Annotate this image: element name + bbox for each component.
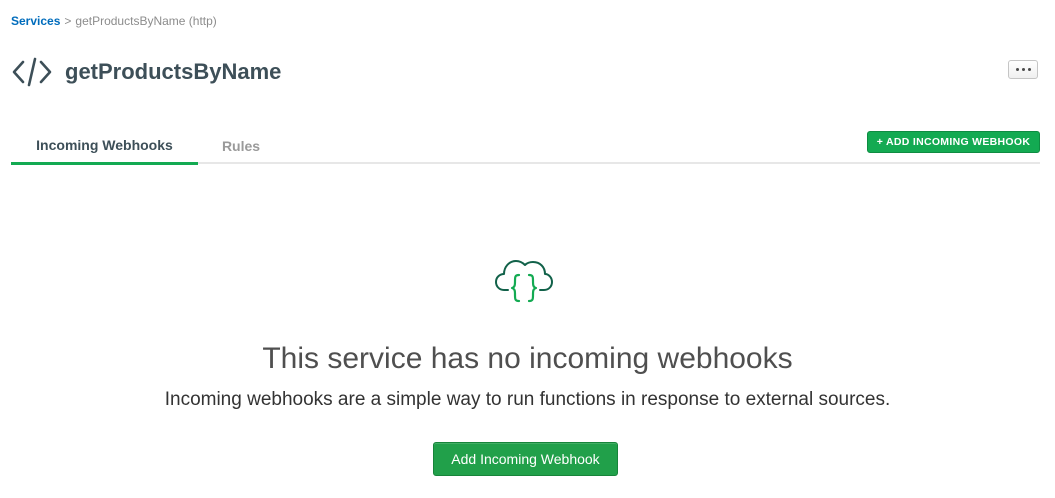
breadcrumb-services-link[interactable]: Services <box>11 14 60 28</box>
title-row: getProductsByName <box>12 55 281 89</box>
service-page: Services > getProductsByName (http) getPro… <box>0 0 1055 498</box>
empty-state-description: Incoming webhooks are a simple way to ru… <box>164 389 891 410</box>
add-incoming-webhook-header-button[interactable]: + ADD INCOMING WEBHOOK <box>867 131 1040 153</box>
cloud-braces-icon <box>494 256 554 312</box>
breadcrumb-separator: > <box>64 14 72 28</box>
breadcrumb: Services > getProductsByName (http) <box>11 14 217 28</box>
ellipsis-icon-dot <box>1027 68 1031 71</box>
code-brackets-icon <box>12 55 52 89</box>
more-options-button[interactable] <box>1008 60 1038 79</box>
add-incoming-webhook-button[interactable]: Add Incoming Webhook <box>433 442 618 476</box>
tab-rules[interactable]: Rules <box>211 128 271 164</box>
empty-state-title: This service has no incoming webhooks <box>262 342 793 375</box>
breadcrumb-current: getProductsByName (http) <box>75 14 217 28</box>
ellipsis-icon <box>1015 68 1019 71</box>
page-title: getProductsByName <box>65 59 282 84</box>
tab-incoming-webhooks[interactable]: Incoming Webhooks <box>11 128 198 165</box>
ellipsis-icon-dot <box>1021 68 1025 71</box>
